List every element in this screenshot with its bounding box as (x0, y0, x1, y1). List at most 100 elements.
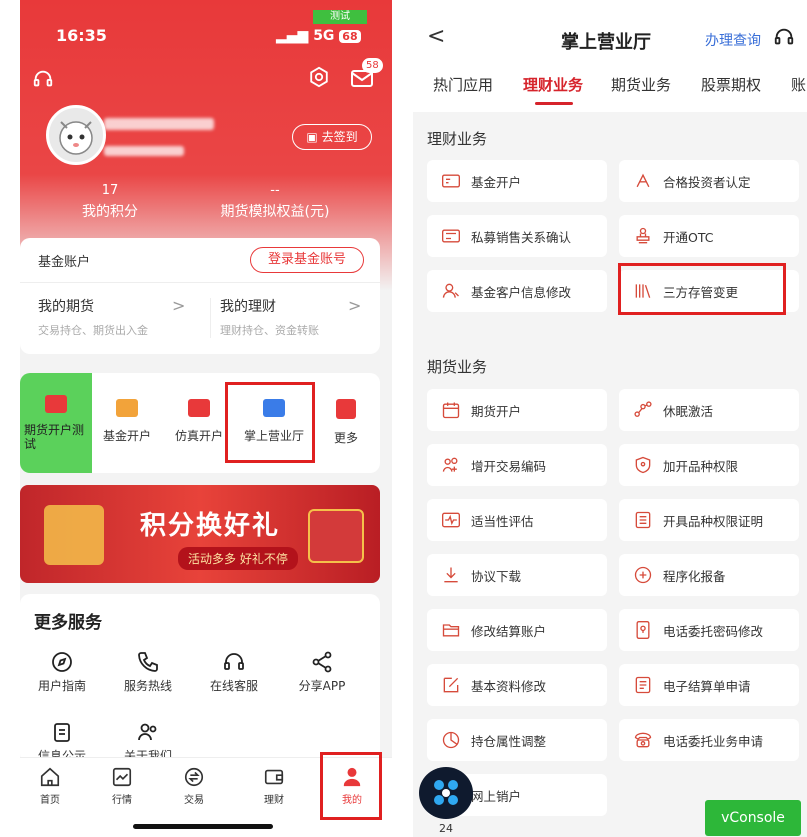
item-phone-entrust-apply[interactable]: 电话委托业务申请 (619, 719, 799, 761)
headset-icon[interactable] (32, 68, 54, 94)
item-program-trading-report[interactable]: 程序化报备 (619, 554, 799, 596)
grid-icon (336, 399, 356, 419)
tab-home[interactable]: 首页 (20, 766, 80, 806)
service-online-support[interactable]: 在线客服 (194, 650, 274, 694)
item-futures-open[interactable]: 期货开户 (427, 389, 607, 431)
services-title: 更多服务 (34, 613, 102, 633)
tab-label: 首页 (40, 795, 60, 806)
floating-assistant-button[interactable] (419, 767, 473, 819)
signal-icon: ▂▄▆ (276, 28, 309, 44)
item-label: 电话委托密码修改 (663, 623, 764, 639)
tab-trade[interactable]: 交易 (164, 766, 224, 806)
my-finance-entry[interactable]: 我的理财 理财持仓、资金转账 > (220, 296, 370, 338)
item-label: 电子结算单申请 (663, 678, 751, 694)
item-phone-password[interactable]: 电话委托密码修改 (619, 609, 799, 651)
item-label: 基本资料修改 (471, 678, 547, 694)
tab-hot-apps[interactable]: 热门应用 (433, 74, 493, 95)
item-permission-certificate[interactable]: 开具品种权限证明 (619, 499, 799, 541)
tab-market[interactable]: 行情 (92, 766, 152, 806)
status-time: 16:35 (56, 26, 107, 45)
item-open-otc[interactable]: 开通OTC (619, 215, 799, 257)
avatar[interactable] (46, 105, 106, 165)
tab-stock-options[interactable]: 股票期权 (701, 74, 761, 95)
checkin-button[interactable]: ▣ 去签到 (292, 124, 372, 150)
shield-icon (633, 455, 653, 475)
checkin-label: 去签到 (321, 130, 358, 144)
item-label: 程序化报备 (663, 568, 726, 584)
highlight-box (320, 752, 382, 820)
item-fund-open[interactable]: 基金开户 (427, 160, 607, 202)
query-link[interactable]: 办理查询 (705, 30, 761, 50)
service-hotline[interactable]: 服务热线 (108, 650, 188, 694)
assistant-logo-icon (434, 780, 458, 805)
active-tab-indicator (535, 102, 573, 105)
item-suitability-assessment[interactable]: 适当性评估 (427, 499, 607, 541)
chart-icon (112, 767, 132, 787)
right-phone-screen: < 掌上营业厅 办理查询 热门应用 理财业务 期货业务 股票期权 账 理财业务 … (413, 0, 807, 837)
service-label: 用户指南 (37, 679, 86, 693)
banner-subtitle: 活动多多 好礼不停 (178, 547, 298, 570)
share-icon (312, 651, 332, 673)
home-indicator (133, 824, 273, 829)
settings-icon[interactable] (308, 66, 330, 92)
nodes-icon (633, 400, 653, 420)
item-basic-info-edit[interactable]: 基本资料修改 (427, 664, 607, 706)
item-label: 开通OTC (663, 229, 714, 245)
service-share-app[interactable]: 分享APP (282, 650, 362, 694)
list-icon (633, 510, 653, 530)
item-dormant-activate[interactable]: 休眠激活 (619, 389, 799, 431)
quick-label: 仿真开户 (174, 429, 223, 443)
item-label: 网上销户 (471, 788, 522, 804)
quick-fund-open[interactable]: 基金开户 (92, 373, 162, 473)
points-banner[interactable]: 积分换好礼 活动多多 好礼不停 (20, 485, 380, 583)
item-add-variety-permission[interactable]: 加开品种权限 (619, 444, 799, 486)
service-user-guide[interactable]: 用户指南 (22, 650, 102, 694)
item-add-trading-code[interactable]: 增开交易编码 (427, 444, 607, 486)
item-fund-client-edit[interactable]: 基金客户信息修改 (427, 270, 607, 312)
quick-sim-open[interactable]: 仿真开户 (164, 373, 234, 473)
quick-futures-test[interactable]: 期货开户测试 (20, 373, 92, 473)
item-private-placement[interactable]: 私募销售关系确认 (427, 215, 607, 257)
item-qualified-investor[interactable]: 合格投资者认定 (619, 160, 799, 202)
fund-login-button[interactable]: 登录基金账号 (250, 247, 364, 273)
service-label: 分享APP (298, 679, 346, 693)
compass-icon (52, 652, 72, 672)
vip-card-icon (441, 226, 461, 246)
tab-finance[interactable]: 理财 (244, 766, 304, 806)
document-icon (633, 675, 653, 695)
item-settlement-account[interactable]: 修改结算账户 (427, 609, 607, 651)
item-position-attribute[interactable]: 持仓属性调整 (427, 719, 607, 761)
network-type: 5G (313, 28, 335, 44)
service-label: 在线客服 (209, 679, 258, 693)
service-label: 服务热线 (123, 679, 172, 693)
user-edit-icon (441, 281, 461, 301)
stamp-icon (633, 226, 653, 246)
points-stat[interactable]: 17 我的积分 (60, 183, 160, 221)
tab-finance-business[interactable]: 理财业务 (523, 74, 583, 95)
item-agreement-download[interactable]: 协议下载 (427, 554, 607, 596)
account-card: 基金账户 登录基金账号 我的期货 交易持仓、期货出入金 > 我的理财 理财持仓、… (20, 238, 380, 354)
tab-label: 理财 (264, 795, 284, 806)
item-label: 电话委托业务申请 (663, 733, 764, 749)
tab-futures-business[interactable]: 期货业务 (611, 74, 671, 95)
id-card-icon (116, 399, 138, 417)
folder-icon (441, 620, 461, 640)
my-futures-entry[interactable]: 我的期货 交易持仓、期货出入金 > (38, 296, 188, 338)
headset-icon[interactable] (773, 26, 795, 52)
telephone-icon (633, 730, 653, 750)
item-e-settlement[interactable]: 电子结算单申请 (619, 664, 799, 706)
wallet-icon (264, 769, 284, 785)
tab-account[interactable]: 账 (791, 74, 806, 95)
highlight-box (225, 382, 315, 463)
quick-more[interactable]: 更多 (318, 373, 374, 473)
sim-equity-stat[interactable]: -- 期货模拟权益(元) (200, 183, 350, 221)
pie-icon (441, 730, 461, 750)
sim-equity-value: -- (270, 183, 280, 198)
back-icon[interactable]: < (427, 24, 445, 49)
divider (210, 298, 211, 338)
float-badge-count: 24 (439, 822, 453, 835)
vconsole-button[interactable]: vConsole (705, 800, 801, 836)
edit-icon (441, 675, 461, 695)
calendar-check-icon: ▣ (306, 130, 322, 144)
my-futures-title: 我的期货 (38, 299, 94, 315)
